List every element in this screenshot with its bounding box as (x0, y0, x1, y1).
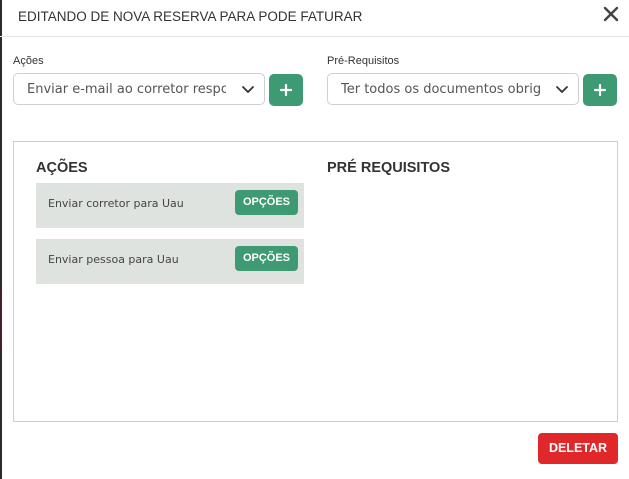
modal-header: EDITANDO DE NOVA RESERVA PARA PODE FATUR… (0, 0, 629, 37)
prereq-select-value: Ter todos os documentos obrigatórios (341, 82, 540, 97)
add-acao-button[interactable] (269, 74, 303, 106)
action-item: Enviar corretor para Uau OPÇÕES (36, 183, 304, 228)
acoes-label: Ações (13, 55, 44, 67)
actions-heading: AÇÕES (36, 160, 88, 176)
action-options-button[interactable]: OPÇÕES (235, 246, 298, 271)
delete-button[interactable]: DELETAR (538, 433, 618, 464)
acoes-select-value: Enviar e-mail ao corretor responsável (27, 82, 226, 97)
plus-icon (594, 84, 606, 96)
prereq-select[interactable]: Ter todos os documentos obrigatórios (327, 73, 579, 105)
chevron-down-icon (242, 86, 254, 93)
actions-prereq-panel: AÇÕES PRÉ REQUISITOS Enviar corretor par… (13, 141, 618, 422)
chevron-down-icon (556, 86, 568, 93)
backdrop-edge-accent (0, 290, 2, 350)
backdrop-edge (0, 0, 2, 479)
close-icon (603, 6, 619, 22)
add-prereq-button[interactable] (583, 74, 617, 106)
acoes-select[interactable]: Enviar e-mail ao corretor responsável (13, 73, 265, 105)
plus-icon (280, 84, 292, 96)
action-item-label: Enviar pessoa para Uau (48, 253, 179, 266)
action-item: Enviar pessoa para Uau OPÇÕES (36, 239, 304, 284)
prereq-heading: PRÉ REQUISITOS (327, 160, 451, 176)
action-options-button[interactable]: OPÇÕES (235, 190, 298, 215)
prereq-label: Pré-Requisitos (327, 55, 400, 67)
close-button[interactable] (599, 3, 623, 27)
edit-reservation-modal: EDITANDO DE NOVA RESERVA PARA PODE FATUR… (0, 0, 629, 479)
action-item-label: Enviar corretor para Uau (48, 197, 184, 210)
modal-title: EDITANDO DE NOVA RESERVA PARA PODE FATUR… (18, 9, 363, 24)
